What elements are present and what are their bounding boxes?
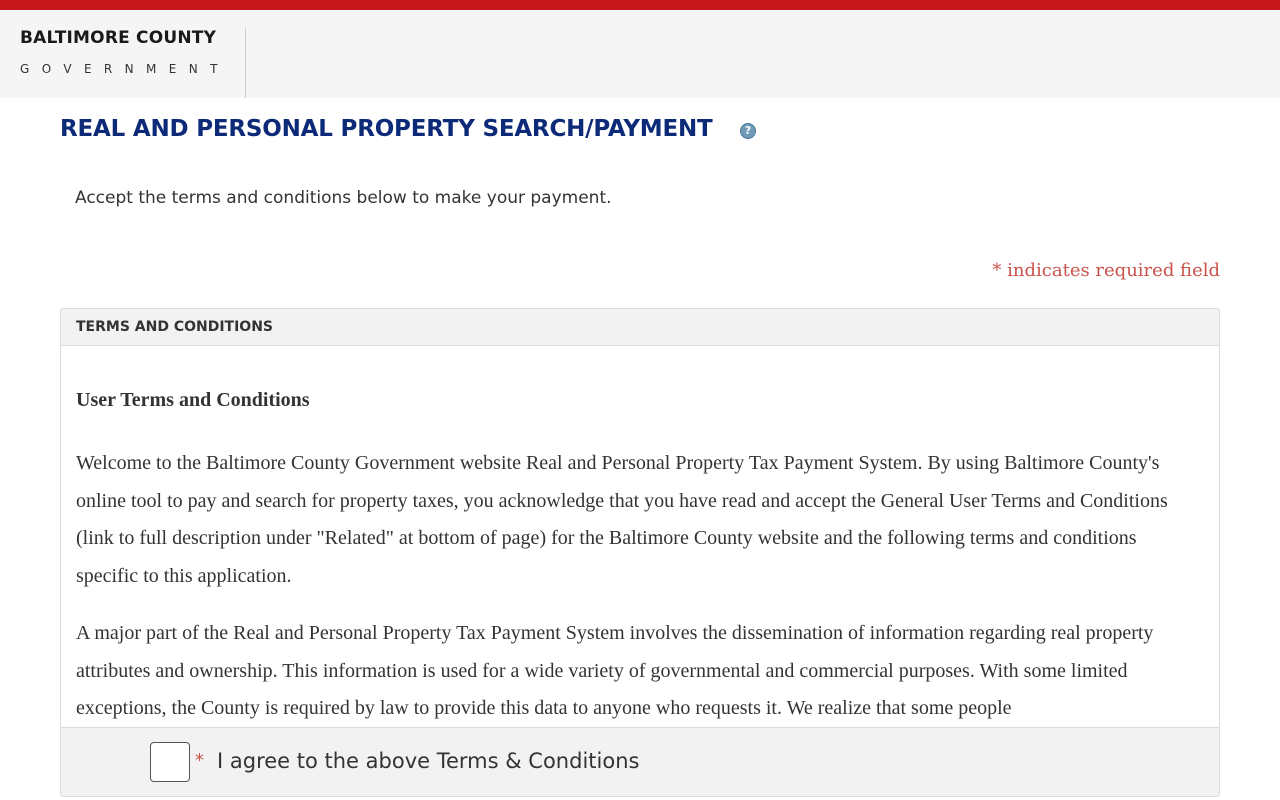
intro-text: Accept the terms and conditions below to… [75, 188, 612, 208]
terms-panel-header: TERMS AND CONDITIONS [61, 309, 1219, 346]
logo-subtitle: GOVERNMENT [20, 62, 230, 76]
agree-label[interactable]: I agree to the above Terms & Conditions [217, 749, 639, 773]
terms-heading: User Terms and Conditions [76, 389, 310, 411]
help-icon[interactable]: ? [740, 123, 756, 139]
county-logo[interactable]: BALTIMORE COUNTY GOVERNMENT [20, 28, 246, 98]
top-accent-bar [0, 0, 1280, 10]
required-field-note: * indicates required field [992, 260, 1220, 281]
required-marker: * [195, 750, 204, 771]
terms-paragraph: A major part of the Real and Personal Pr… [76, 622, 1154, 719]
logo-title: BALTIMORE COUNTY [20, 28, 217, 48]
terms-panel-title: TERMS AND CONDITIONS [76, 319, 274, 335]
terms-paragraph: Welcome to the Baltimore County Governme… [76, 452, 1168, 587]
site-header: BALTIMORE COUNTY GOVERNMENT [0, 10, 1280, 98]
terms-panel: TERMS AND CONDITIONS User Terms and Cond… [60, 308, 1220, 797]
page-title: REAL AND PERSONAL PROPERTY SEARCH/PAYMEN… [60, 116, 713, 142]
terms-scroll-area[interactable]: User Terms and Conditions Welcome to the… [61, 347, 1219, 727]
agreement-bar: * I agree to the above Terms & Condition… [61, 727, 1219, 796]
agree-checkbox[interactable] [150, 742, 190, 782]
